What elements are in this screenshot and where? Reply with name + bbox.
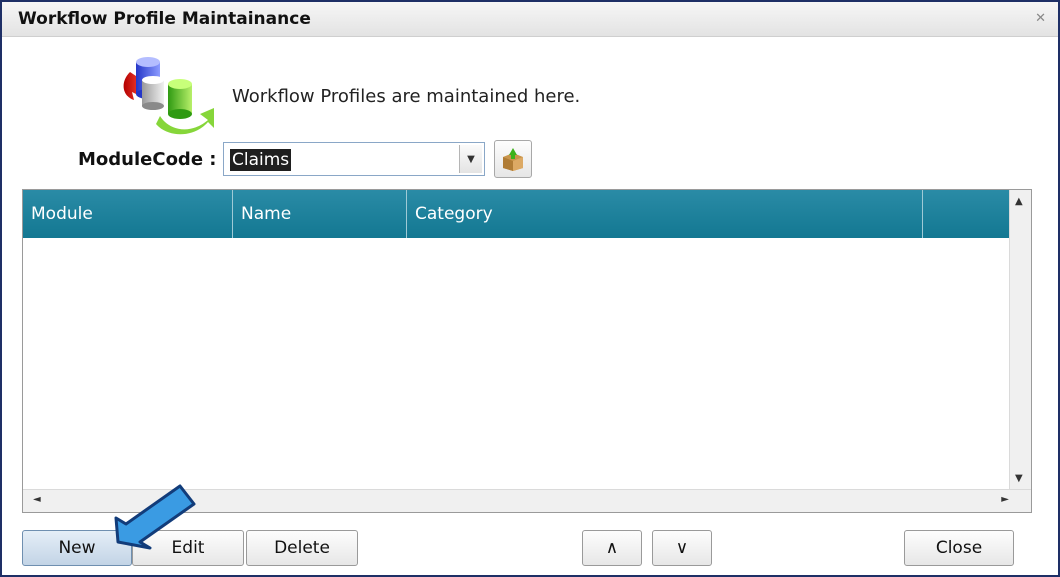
move-down-button[interactable]: ∨ (652, 530, 712, 566)
column-header-extra[interactable] (923, 190, 1010, 238)
grid-header: Module Name Category (23, 190, 1031, 238)
window-close-icon[interactable]: ✕ (1035, 11, 1046, 26)
column-header-category[interactable]: Category (407, 190, 923, 238)
page-description: Workflow Profiles are maintained here. (232, 86, 581, 107)
database-sync-icon (120, 54, 216, 138)
module-code-label: ModuleCode : (78, 149, 217, 170)
scroll-left-icon[interactable]: ◄ (33, 494, 41, 505)
scroll-down-icon[interactable]: ▼ (1015, 473, 1023, 484)
delete-button[interactable]: Delete (246, 530, 358, 566)
module-code-value[interactable]: Claims (230, 149, 292, 171)
column-header-module[interactable]: Module (23, 190, 233, 238)
vertical-scrollbar[interactable]: ▲ ▼ (1009, 190, 1031, 490)
box-upload-icon (503, 148, 523, 171)
box-upload-button[interactable] (494, 140, 532, 178)
move-up-button[interactable]: ∧ (582, 530, 642, 566)
workflow-profiles-grid[interactable]: Module Name Category ▲ ▼ ◄ ► (22, 189, 1032, 513)
scroll-up-icon[interactable]: ▲ (1015, 196, 1023, 207)
scroll-right-icon[interactable]: ► (1001, 494, 1009, 505)
title-bar: Workflow Profile Maintainance ✕ (2, 2, 1058, 37)
module-code-dropdown[interactable]: Claims ▼ (223, 142, 485, 176)
column-header-name[interactable]: Name (233, 190, 407, 238)
pointer-arrow-icon (106, 482, 216, 562)
window-title: Workflow Profile Maintainance (18, 9, 311, 29)
close-button[interactable]: Close (904, 530, 1014, 566)
workflow-profile-window: Workflow Profile Maintainance ✕ Workflow… (0, 0, 1060, 577)
chevron-down-icon[interactable]: ▼ (459, 145, 482, 173)
